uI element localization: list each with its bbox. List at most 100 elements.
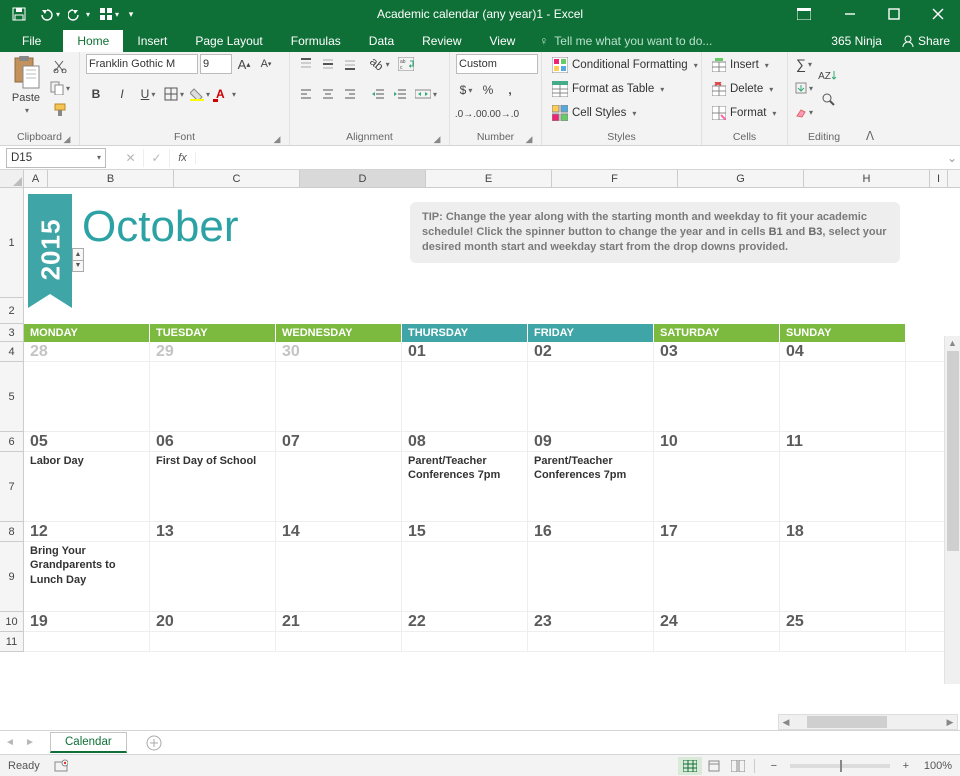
share-button[interactable]: Share (892, 30, 960, 52)
event-cell[interactable] (150, 542, 276, 612)
event-cell[interactable] (528, 362, 654, 432)
tell-me-search[interactable]: ♀ Tell me what you want to do... (529, 30, 722, 52)
scroll-left-icon[interactable]: ◀ (779, 717, 793, 728)
sort-filter-icon[interactable]: AZ (816, 66, 842, 86)
event-cell[interactable] (780, 542, 906, 612)
merge-center-icon[interactable]: ▾ (412, 84, 440, 104)
insert-function-icon[interactable]: fx (170, 152, 196, 164)
accounting-icon[interactable]: $▾ (456, 80, 476, 100)
zoom-in-icon[interactable]: + (898, 760, 914, 772)
zoom-slider[interactable] (790, 764, 890, 768)
event-cell[interactable] (276, 452, 402, 522)
increase-indent-icon[interactable] (390, 84, 410, 104)
number-launcher-icon[interactable]: ◢ (523, 133, 535, 145)
event-cell[interactable] (276, 362, 402, 432)
format-as-table-button[interactable]: Format as Table▾ (548, 78, 695, 100)
alignment-launcher-icon[interactable]: ◢ (431, 133, 443, 145)
view-page-break-icon[interactable] (726, 757, 750, 775)
fill-icon[interactable]: ▾ (794, 78, 814, 98)
find-select-icon[interactable] (816, 90, 842, 110)
event-cell[interactable] (276, 632, 402, 652)
event-cell[interactable]: Labor Day (24, 452, 150, 522)
event-cell[interactable] (780, 632, 906, 652)
align-right-icon[interactable] (340, 84, 360, 104)
maximize-button[interactable] (872, 0, 916, 28)
day-number[interactable]: 25 (780, 612, 906, 631)
tab-home[interactable]: Home (63, 30, 123, 52)
decrease-indent-icon[interactable] (368, 84, 388, 104)
vscroll-thumb[interactable] (947, 351, 959, 551)
row-header[interactable]: 1 (0, 188, 23, 298)
event-cell[interactable] (654, 452, 780, 522)
close-button[interactable] (916, 0, 960, 28)
row-header[interactable]: 11 (0, 632, 23, 652)
event-cell[interactable] (402, 632, 528, 652)
new-sheet-icon[interactable] (143, 732, 165, 754)
day-number[interactable]: 19 (24, 612, 150, 631)
cell-styles-button[interactable]: Cell Styles▾ (548, 102, 695, 124)
row-header[interactable]: 3 (0, 324, 23, 342)
increase-decimal-icon[interactable]: .0→.00 (456, 104, 486, 124)
border-icon[interactable]: ▾ (164, 84, 184, 104)
event-cell[interactable] (780, 362, 906, 432)
cancel-formula-icon[interactable]: ✕ (118, 149, 144, 167)
underline-icon[interactable]: U▾ (138, 84, 158, 104)
decrease-font-icon[interactable]: A▾ (256, 54, 276, 74)
col-A[interactable]: A (24, 170, 48, 187)
font-launcher-icon[interactable]: ◢ (271, 133, 283, 145)
col-F[interactable]: F (552, 170, 678, 187)
format-cells-button[interactable]: Format▾ (708, 102, 781, 124)
qat-customize-icon[interactable]: ▾ (124, 2, 138, 26)
day-number[interactable]: 21 (276, 612, 402, 631)
quick-access-custom-icon[interactable]: ▾ (94, 2, 124, 26)
autosum-icon[interactable]: ∑▾ (794, 54, 814, 74)
event-cell[interactable]: First Day of School (150, 452, 276, 522)
col-E[interactable]: E (426, 170, 552, 187)
view-normal-icon[interactable] (678, 757, 702, 775)
align-left-icon[interactable] (296, 84, 316, 104)
percent-icon[interactable]: % (478, 80, 498, 100)
tab-formulas[interactable]: Formulas (277, 30, 355, 52)
day-number[interactable]: 11 (780, 432, 906, 451)
decrease-decimal-icon[interactable]: .00→.0 (488, 104, 518, 124)
row-header[interactable]: 5 (0, 362, 23, 432)
align-top-icon[interactable] (296, 54, 316, 74)
collapse-ribbon-icon[interactable]: ᐱ (860, 52, 880, 145)
event-cell[interactable] (528, 632, 654, 652)
row-header[interactable]: 10 (0, 612, 23, 632)
fill-color-icon[interactable]: ▾ (190, 84, 210, 104)
paste-button[interactable]: Paste ▾ (6, 54, 46, 126)
day-number[interactable]: 02 (528, 342, 654, 361)
row-header[interactable]: 8 (0, 522, 23, 542)
day-number[interactable]: 18 (780, 522, 906, 541)
align-middle-icon[interactable] (318, 54, 338, 74)
tab-view[interactable]: View (476, 30, 530, 52)
cells-grid[interactable]: 2015 ▲▼ October TIP: Change the year alo… (24, 188, 960, 652)
name-box[interactable]: D15▾ (6, 148, 106, 168)
day-number[interactable]: 17 (654, 522, 780, 541)
event-cell[interactable] (150, 632, 276, 652)
wrap-text-icon[interactable]: abc (392, 54, 420, 74)
event-cell[interactable] (402, 362, 528, 432)
cut-icon[interactable] (50, 56, 70, 76)
sheet-nav-next-icon[interactable]: ► (20, 737, 40, 748)
save-icon[interactable] (4, 2, 34, 26)
day-number[interactable]: 24 (654, 612, 780, 631)
delete-cells-button[interactable]: Delete▾ (708, 78, 781, 100)
day-number[interactable]: 10 (654, 432, 780, 451)
insert-cells-button[interactable]: Insert▾ (708, 54, 781, 76)
conditional-formatting-button[interactable]: Conditional Formatting▾ (548, 54, 695, 76)
day-number[interactable]: 29 (150, 342, 276, 361)
event-cell[interactable]: Bring Your Grandparents to Lunch Day (24, 542, 150, 612)
col-B[interactable]: B (48, 170, 174, 187)
col-C[interactable]: C (174, 170, 300, 187)
tab-page-layout[interactable]: Page Layout (181, 30, 276, 52)
row-header[interactable]: 4 (0, 342, 23, 362)
number-format-combo[interactable] (456, 54, 538, 74)
tab-review[interactable]: Review (408, 30, 475, 52)
comma-icon[interactable]: , (500, 80, 520, 100)
col-D[interactable]: D (300, 170, 426, 187)
day-number[interactable]: 14 (276, 522, 402, 541)
scroll-up-icon[interactable]: ▲ (945, 336, 960, 350)
hscroll-thumb[interactable] (807, 716, 887, 728)
